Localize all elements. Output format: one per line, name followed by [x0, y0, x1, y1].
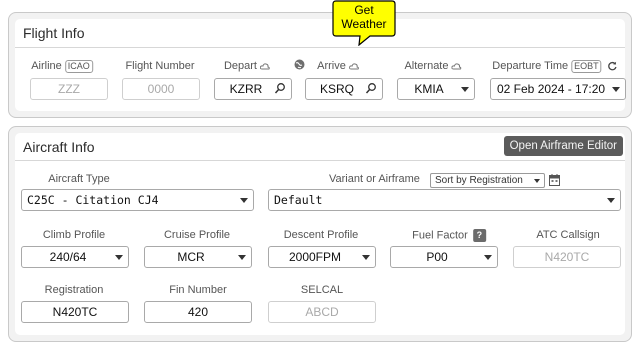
search-icon[interactable] [365, 82, 377, 96]
chevron-down-icon [240, 198, 248, 203]
fuel-factor-label-text: Fuel Factor [412, 229, 468, 242]
arrive-label-text: Arrive [317, 60, 346, 72]
selcal-label: SELCAL [300, 284, 344, 296]
flight-number-placeholder: 0000 [147, 82, 175, 96]
airline-input[interactable]: ZZZ [30, 78, 108, 100]
departure-time-select[interactable]: 02 Feb 2024 - 17:20 [490, 78, 626, 100]
airline-label: Airline ICAO [31, 60, 93, 73]
fuel-factor-select[interactable]: P00 [390, 246, 498, 268]
cruise-profile-select[interactable]: MCR [144, 246, 252, 268]
fuel-factor-value: P00 [426, 250, 448, 264]
atc-callsign-placeholder: N420TC [544, 250, 590, 264]
fin-number-input[interactable]: 420 [144, 301, 252, 323]
callout-text: Get Weather [332, 3, 396, 31]
descent-profile-select[interactable]: 2000FPM [268, 246, 376, 268]
help-icon[interactable]: ? [472, 229, 486, 242]
search-icon[interactable] [274, 82, 286, 96]
alternate-select[interactable]: KMIA [397, 78, 475, 100]
registration-label: Registration [44, 284, 104, 296]
flight-number-label: Flight Number [125, 60, 195, 72]
aircraft-type-select[interactable]: C25C - Citation CJ4 [21, 189, 254, 211]
chevron-down-icon [484, 255, 492, 260]
icao-tag: ICAO [64, 60, 93, 73]
alternate-value: KMIA [414, 82, 444, 96]
descent-profile-value: 2000FPM [288, 250, 342, 264]
chevron-down-icon [534, 179, 540, 183]
atc-callsign-input[interactable]: N420TC [513, 246, 621, 268]
divider [15, 160, 625, 161]
flight-info-panel: Flight Info Airline ICAO ZZZ Flight Numbe… [8, 12, 632, 118]
climb-profile-label: Climb Profile [42, 229, 106, 241]
flight-number-input[interactable]: 0000 [122, 78, 200, 100]
arrive-input[interactable]: KSRQ [305, 78, 383, 100]
climb-profile-value: 240/64 [49, 250, 87, 264]
chevron-down-icon [612, 87, 620, 92]
depart-value: KZRR [229, 82, 263, 96]
cruise-profile-label: Cruise Profile [163, 229, 231, 241]
weather-cloud-icon[interactable] [348, 62, 359, 71]
aircraft-info-panel: Aircraft Info Open Airframe Editor Aircr… [8, 126, 632, 342]
registration-value: N420TC [52, 305, 98, 319]
selcal-input[interactable]: ABCD [268, 301, 376, 323]
variant-label: Variant or Airframe [329, 173, 420, 185]
aircraft-type-label: Aircraft Type [48, 173, 110, 185]
climb-profile-select[interactable]: 240/64 [21, 246, 129, 268]
refresh-icon[interactable] [608, 61, 618, 71]
weather-cloud-icon[interactable] [260, 62, 270, 71]
weather-cloud-icon[interactable] [451, 62, 462, 71]
selcal-placeholder: ABCD [305, 305, 339, 319]
flight-info-title: Flight Info [23, 25, 85, 41]
open-airframe-editor-button[interactable]: Open Airframe Editor [503, 136, 623, 156]
calendar-icon[interactable] [549, 174, 560, 186]
departure-time-value: 02 Feb 2024 - 17:20 [497, 82, 606, 96]
airline-placeholder: ZZZ [58, 82, 80, 96]
aircraft-info-body: Aircraft Info Open Airframe Editor Aircr… [15, 133, 625, 335]
sort-by-select[interactable]: Sort by Registration [430, 173, 545, 188]
fin-number-value: 420 [187, 305, 209, 319]
depart-label-text: Depart [223, 60, 257, 72]
eobt-tag: EOBT [571, 60, 602, 73]
airline-label-text: Airline [31, 60, 62, 72]
depart-label: Depart [224, 60, 270, 72]
atc-callsign-label: ATC Callsign [536, 229, 600, 241]
chevron-down-icon [607, 198, 615, 203]
globe-icon[interactable] [294, 59, 305, 70]
sort-by-value: Sort by Registration [435, 175, 523, 186]
variant-select[interactable]: Default [268, 189, 621, 211]
aircraft-type-value: C25C - Citation CJ4 [27, 193, 159, 207]
descent-profile-label: Descent Profile [283, 229, 359, 241]
divider [15, 47, 625, 48]
flight-info-body: Flight Info Airline ICAO ZZZ Flight Numbe… [15, 19, 626, 111]
callout-line-2: Weather [341, 17, 387, 31]
chevron-down-icon [238, 255, 246, 260]
alternate-label-text: Alternate [404, 60, 449, 72]
alternate-label: Alternate [404, 60, 462, 72]
arrive-label: Arrive [317, 60, 359, 72]
chevron-down-icon [362, 255, 370, 260]
departure-time-label-text: Departure Time [492, 60, 569, 72]
aircraft-info-title: Aircraft Info [23, 139, 95, 155]
chevron-down-icon [115, 255, 123, 260]
arrive-value: KSRQ [319, 82, 354, 96]
fuel-factor-label: Fuel Factor? [412, 229, 486, 242]
departure-time-label: Departure Time EOBT [492, 60, 617, 73]
chevron-down-icon [461, 87, 469, 92]
callout-line-1: Get [354, 3, 374, 17]
depart-input[interactable]: KZRR [214, 78, 292, 100]
cruise-profile-value: MCR [177, 250, 205, 264]
fin-number-label: Fin Number [169, 284, 227, 296]
variant-value: Default [274, 193, 323, 207]
registration-input[interactable]: N420TC [21, 301, 129, 323]
